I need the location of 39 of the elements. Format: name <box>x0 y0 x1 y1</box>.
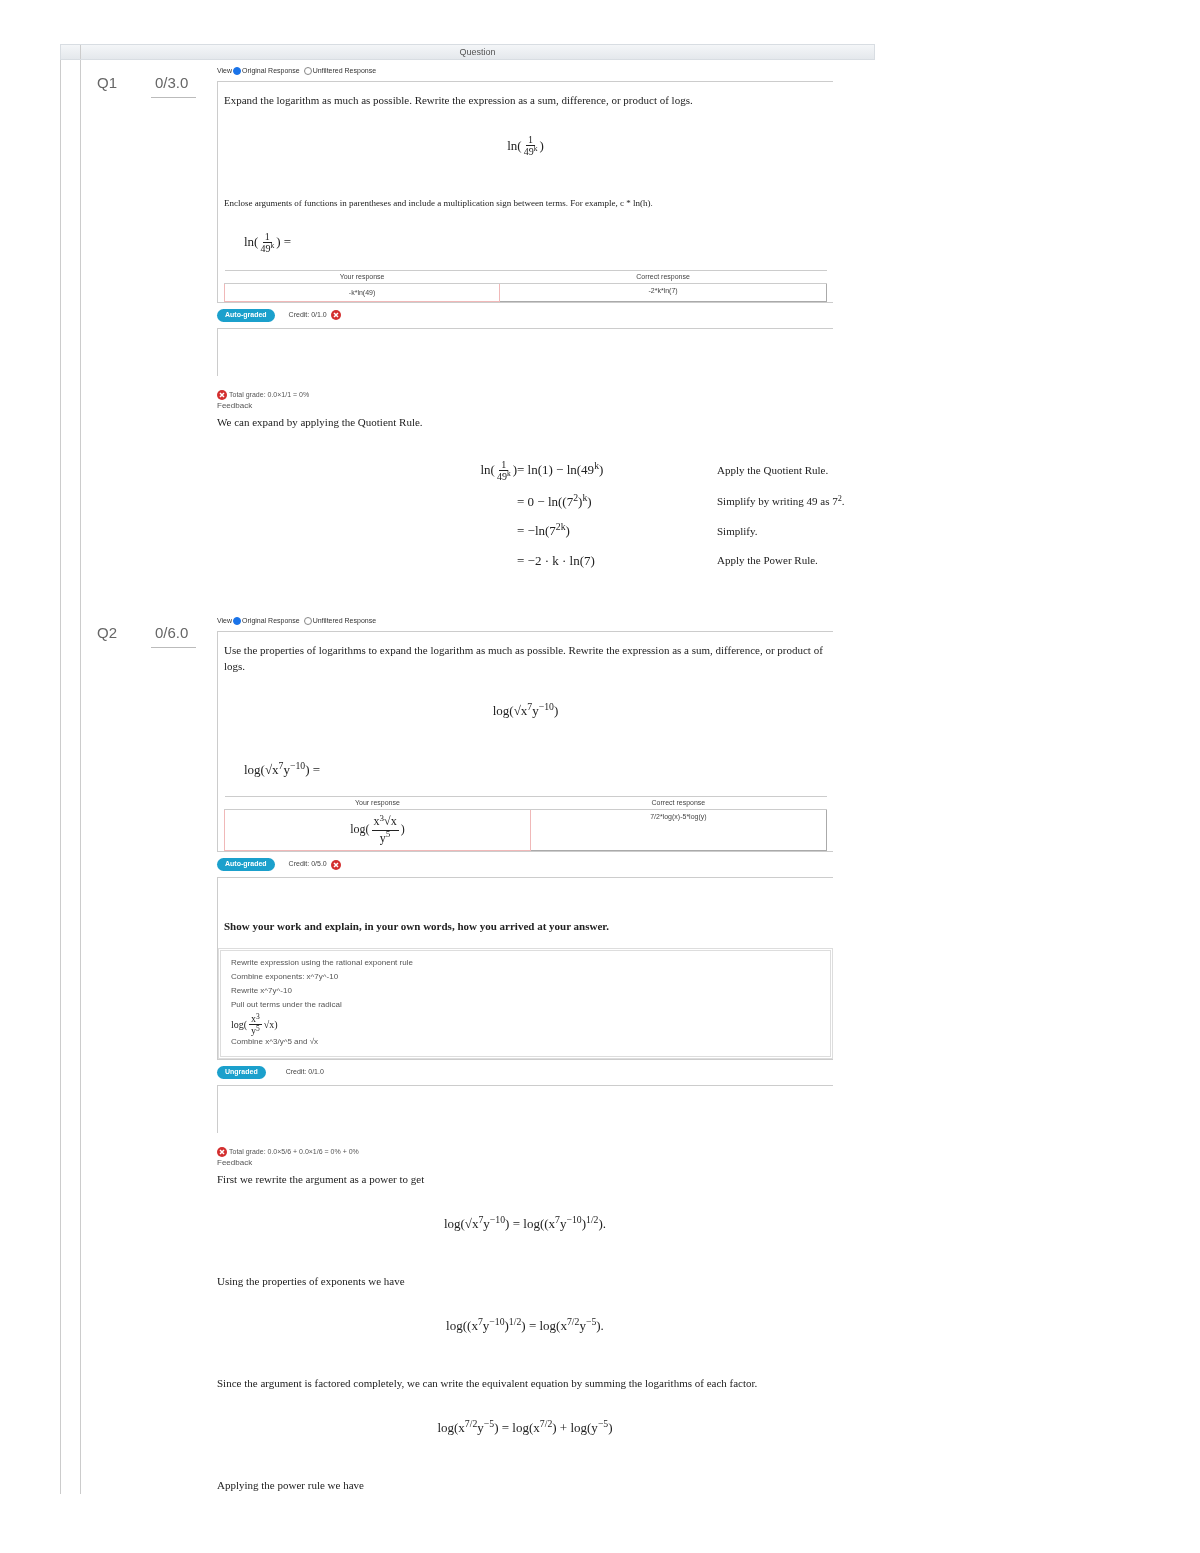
math-expression: = 0 − ln((7$^{2}$)$^{k}$) <box>517 491 592 511</box>
feedback-label: Feedback <box>217 1157 254 1170</box>
your-response: log( x$^{3}$√x y$^{5}$ ) <box>224 809 531 851</box>
step-reason: Simplify. <box>716 523 759 539</box>
feedback-text: We can expand by applying the Quotient Rule. <box>217 415 424 431</box>
score: 0/6.0 <box>151 622 197 648</box>
radio-button[interactable] <box>233 67 242 76</box>
work-line: Rewrite x^7y^-10 <box>231 985 293 998</box>
answer-expression: log(√x$^{7}$y$^{−10}$) = <box>244 760 321 780</box>
step-reason: Simplify by writing 49 as 7$^{2}$. <box>716 493 846 510</box>
question-number: Q2 <box>97 624 117 642</box>
work-line: Rewrite expression using the rational exponent rule <box>231 957 414 970</box>
math-expression: = −ln(7$^{2k}$) <box>517 521 570 541</box>
work-line: Combine exponents: x^7y^-10 <box>231 971 340 984</box>
radio-button[interactable] <box>233 617 242 626</box>
question-number: Q1 <box>97 74 117 91</box>
score: 0/3.0 <box>151 72 197 98</box>
question-prompt: Expand the logarithm as much as possible. Rewrite the expression as a sum, difference, or product of logs. <box>224 92 694 108</box>
math-expression: log((x$^{7}$y$^{−10}$)$^{1/2}$) = log(x$^{7/2}$y$^{−5}$). <box>446 1315 604 1335</box>
incorrect-icon <box>217 389 227 400</box>
feedback-text: Using the properties of exponents we have <box>217 1274 406 1290</box>
math-expression: log(√x$^{7}$y$^{−10}$) <box>492 700 559 720</box>
incorrect-icon <box>217 1147 227 1158</box>
math-expression: = −2 · k · ln(7) <box>517 551 595 570</box>
math-expression: log(x$^{7/2}$y$^{−5}$) = log(x$^{7/2}$) + log(y$^{−5}$) <box>437 1417 613 1437</box>
work-prompt: Show your work and explain, in your own words, how you arrived at your answer. <box>223 918 610 934</box>
work-line: Combine x^3/y^5 and √x <box>231 1036 320 1049</box>
step-reason: Apply the Power Rule. <box>716 553 819 569</box>
table-header: Question <box>60 44 875 60</box>
math-expression: = ln(1) − ln(49$^{k}$) <box>517 460 604 480</box>
feedback-text: Since the argument is factored completely, we can write the equivalent equation by summing the logarithms of each factor. <box>217 1376 759 1392</box>
feedback-text: Applying the power rule we have <box>217 1478 365 1494</box>
work-line: Pull out terms under the radical <box>231 999 343 1012</box>
instructions: Enclose arguments of functions in parentheses and include a multiplication sign between terms. For example, c * ln(h). <box>224 197 654 210</box>
feedback-text: First we rewrite the argument as a power to get <box>217 1172 426 1188</box>
math-expression: log(√x$^{7}$y$^{−10}$) = log((x$^{7}$y$^{−10}$)$^{1/2}$). <box>443 1213 607 1233</box>
question-prompt: Use the properties of logarithms to expand the logarithm as much as possible. Rewrite the expression as a sum, difference, or product of logs. <box>224 642 824 675</box>
feedback-label: Feedback <box>217 400 254 413</box>
step-reason: Apply the Quotient Rule. <box>716 462 830 478</box>
